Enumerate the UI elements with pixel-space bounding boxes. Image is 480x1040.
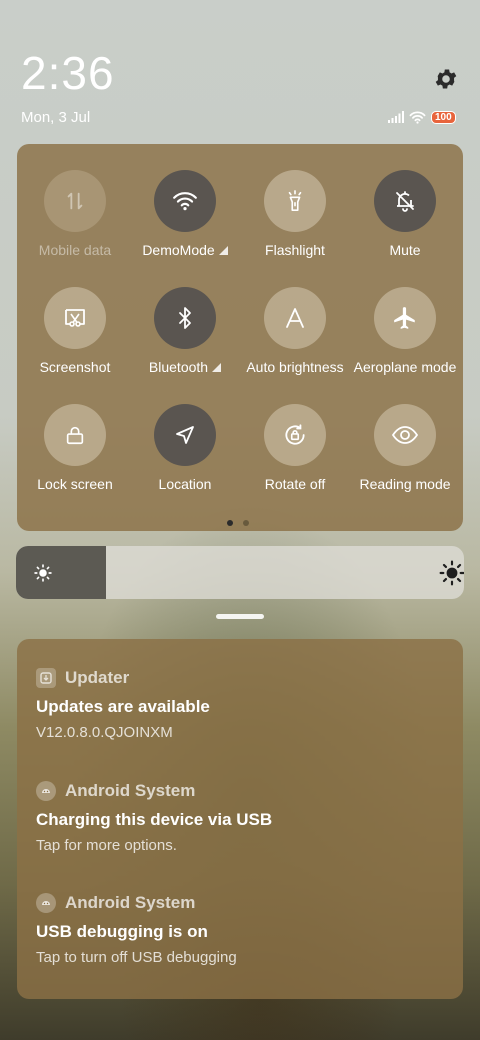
notification-updater[interactable]: Updater Updates are available V12.0.8.0.… — [36, 666, 446, 741]
tile-bluetooth-button[interactable] — [154, 287, 216, 349]
tile-mute[interactable]: Mute — [350, 170, 460, 258]
bell-off-icon — [396, 191, 414, 212]
tile-label: Lock screen — [37, 476, 113, 492]
notification-title: USB debugging is on — [36, 922, 208, 941]
brightness-low-icon — [34, 564, 52, 582]
tile-flashlight-button[interactable] — [264, 170, 326, 232]
date[interactable]: Mon, 3 Jul — [21, 109, 90, 126]
drag-handle[interactable] — [216, 614, 264, 619]
tile-label-row: DemoMode — [130, 242, 240, 258]
notification-usb-charging[interactable]: Android System Charging this device via … — [36, 779, 446, 854]
tile-location-button[interactable] — [154, 404, 216, 466]
lock-icon — [66, 426, 84, 445]
notification-body: Tap to turn off USB debugging — [36, 949, 237, 966]
tile-lock-screen-button[interactable] — [44, 404, 106, 466]
signal-icon — [388, 111, 404, 123]
battery-icon: 100 — [431, 110, 456, 124]
updater-icon — [36, 668, 56, 688]
tile-screenshot[interactable]: Screenshot — [20, 287, 130, 375]
notification-title: Updates are available — [36, 697, 210, 716]
tile-label: Bluetooth — [148, 359, 209, 375]
tile-bluetooth[interactable]: Bluetooth — [130, 287, 240, 375]
tile-lock-screen[interactable]: Lock screen — [20, 404, 130, 492]
tile-label: Flashlight — [265, 242, 325, 258]
tile-label: Location — [158, 476, 212, 492]
brightness-slider[interactable] — [16, 546, 464, 599]
notification-body: V12.0.8.0.QJOINXM — [36, 724, 173, 741]
quick-settings-panel: Mobile data DemoMode Flashlight Mute Scr… — [17, 144, 463, 531]
tile-label: Auto brightness — [246, 359, 344, 375]
tile-aeroplane-button[interactable] — [374, 287, 436, 349]
wifi-icon — [409, 111, 426, 124]
tile-demomode-button[interactable] — [154, 170, 216, 232]
gear-icon[interactable] — [433, 66, 459, 92]
notification-usb-debugging[interactable]: Android System USB debugging is on Tap t… — [36, 891, 446, 966]
page-dot[interactable] — [243, 520, 249, 526]
tile-location[interactable]: Location — [130, 404, 240, 492]
expand-arrow-icon — [212, 363, 222, 372]
tile-label: Screenshot — [39, 359, 111, 375]
tile-reading-mode-button[interactable] — [374, 404, 436, 466]
tile-mobile-data[interactable]: Mobile data — [20, 170, 130, 258]
notification-app-name: Updater — [65, 668, 130, 687]
flashlight-icon — [288, 190, 302, 211]
clock[interactable]: 2:36 — [21, 50, 115, 96]
screenshot-icon — [65, 309, 85, 327]
tile-mobile-data-button[interactable] — [44, 170, 106, 232]
page-indicator — [227, 520, 249, 526]
eye-icon — [391, 426, 419, 444]
status-bar: 2:36 Mon, 3 Jul 100 — [0, 0, 480, 135]
brightness-fill[interactable] — [16, 546, 106, 599]
tile-label: Mute — [389, 242, 421, 258]
notification-app-name: Android System — [65, 781, 196, 800]
tile-demomode[interactable]: DemoMode — [130, 170, 240, 258]
page-dot-active[interactable] — [227, 520, 233, 526]
auto-brightness-icon — [286, 308, 304, 328]
tile-label: DemoMode — [142, 242, 215, 258]
notification-app-name: Android System — [65, 893, 196, 912]
android-icon — [36, 781, 56, 801]
notification-header: Android System — [36, 779, 446, 803]
expand-arrow-icon — [218, 246, 228, 255]
tile-auto-brightness[interactable]: Auto brightness — [240, 287, 350, 375]
tile-label: Aeroplane mode — [353, 359, 457, 375]
notification-title: Charging this device via USB — [36, 810, 273, 829]
tile-label: Mobile data — [38, 242, 112, 258]
tile-label: Rotate off — [264, 476, 326, 492]
rotate-lock-icon — [285, 424, 305, 445]
tile-rotate-off-button[interactable] — [264, 404, 326, 466]
tile-flashlight[interactable]: Flashlight — [240, 170, 350, 258]
wifi-icon — [173, 192, 197, 211]
brightness-high-icon — [439, 560, 464, 586]
tile-screenshot-button[interactable] — [44, 287, 106, 349]
notification-header: Updater — [36, 666, 446, 690]
mobile-data-icon — [67, 192, 83, 210]
airplane-icon — [394, 307, 415, 329]
tile-aeroplane-mode[interactable]: Aeroplane mode — [350, 287, 460, 375]
bluetooth-icon — [179, 307, 191, 329]
tile-auto-brightness-button[interactable] — [264, 287, 326, 349]
location-icon — [176, 426, 194, 444]
tile-reading-mode[interactable]: Reading mode — [350, 404, 460, 492]
android-icon — [36, 893, 56, 913]
notification-header: Android System — [36, 891, 446, 915]
notifications-panel: Updater Updates are available V12.0.8.0.… — [17, 639, 463, 999]
tile-rotate-off[interactable]: Rotate off — [240, 404, 350, 492]
notification-body: Tap for more options. — [36, 837, 177, 854]
system-icons: 100 — [388, 108, 456, 126]
tile-label: Reading mode — [359, 476, 451, 492]
tile-mute-button[interactable] — [374, 170, 436, 232]
tile-label-row: Bluetooth — [130, 359, 240, 375]
